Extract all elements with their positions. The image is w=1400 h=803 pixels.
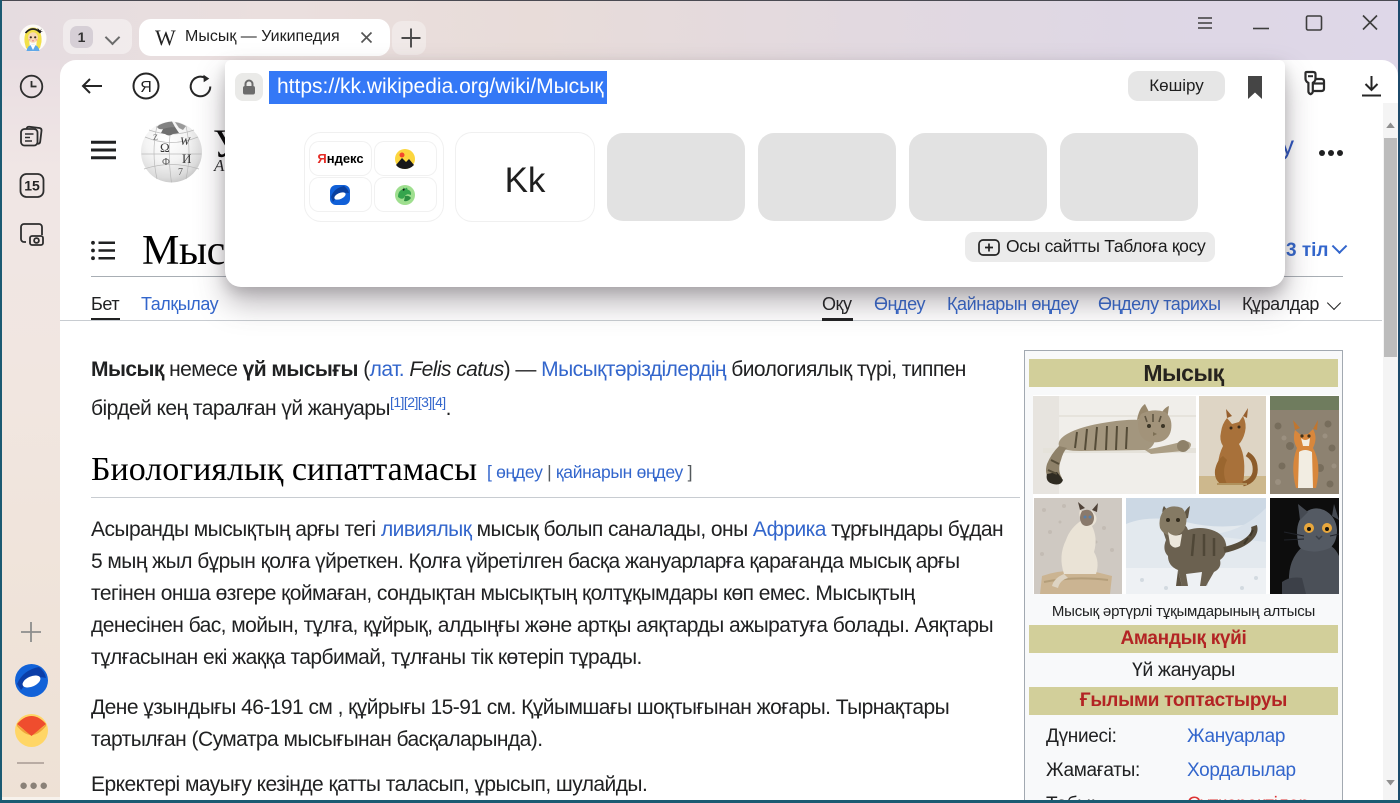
svg-text:Я: Я: [140, 79, 152, 96]
svg-text:Z: Z: [153, 133, 158, 142]
svg-text:W: W: [180, 134, 191, 148]
svg-text:15: 15: [24, 178, 40, 194]
svg-text:7: 7: [178, 167, 183, 178]
svg-text:И: И: [182, 151, 191, 166]
svg-text:Ф: Ф: [162, 157, 170, 168]
svg-text:Ω: Ω: [160, 140, 170, 155]
